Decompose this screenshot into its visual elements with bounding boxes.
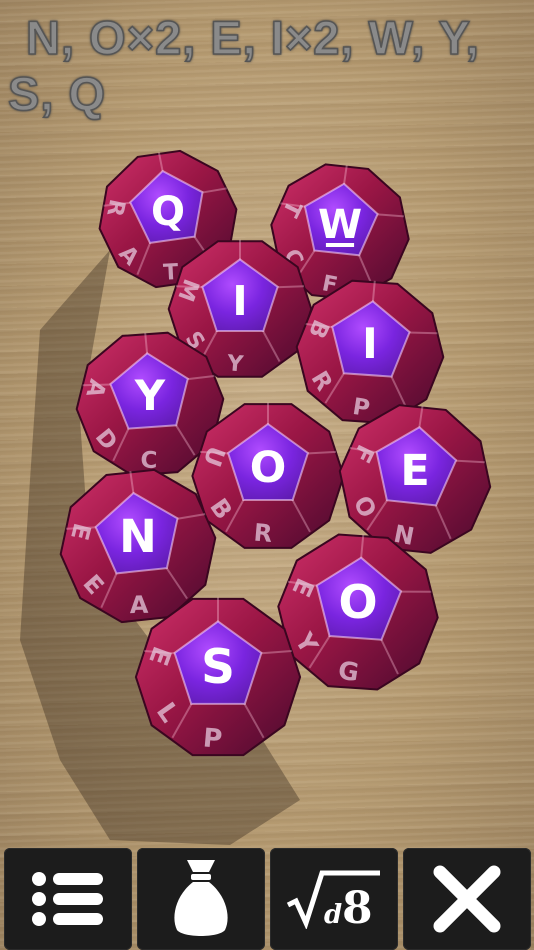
die[interactable]: SEPL <box>134 597 302 757</box>
die[interactable]: EFNO <box>338 404 492 554</box>
die[interactable]: IBPR <box>295 279 445 425</box>
die-top-letter: O <box>250 443 287 493</box>
dice-bag-button[interactable] <box>137 848 265 950</box>
menu-button[interactable] <box>4 848 132 950</box>
close-button[interactable] <box>403 848 531 950</box>
die-side-letter: A <box>129 591 148 619</box>
dice-tray: QRTAWTFCIMYS IBPRYACDOURBEFNONEAE OEGYSEPL <box>59 149 492 757</box>
die-side-letter: Y <box>225 351 245 377</box>
die-top-letter: S <box>201 640 235 695</box>
die-top-letter: E <box>400 446 429 496</box>
die[interactable]: OEGY <box>277 533 439 691</box>
die-top-letter: I <box>362 319 378 368</box>
die-top-letter: I <box>232 277 247 325</box>
die-top-letter: O <box>338 575 377 629</box>
money-bag-icon <box>174 860 228 936</box>
die-top-letter: Y <box>134 371 166 420</box>
list-icon <box>32 872 103 926</box>
roll-label-d: d <box>324 900 342 929</box>
die-edge <box>276 285 305 289</box>
letter-underline <box>325 243 355 247</box>
die-side-letter: R <box>253 518 274 548</box>
roll-label-number: 8 <box>342 883 373 929</box>
die-top-letter: W <box>318 202 362 248</box>
die-top-letter: Q <box>151 189 185 235</box>
die-top-letter: N <box>119 510 157 563</box>
toolbar: d 8 <box>0 848 534 950</box>
roll-dice-button[interactable]: d 8 <box>270 848 398 950</box>
sqrt-d8-icon: d 8 <box>286 870 380 929</box>
close-icon <box>433 865 501 933</box>
die[interactable]: OURB <box>191 402 345 549</box>
die-side-letter: P <box>202 723 224 755</box>
die-edge <box>408 331 438 335</box>
